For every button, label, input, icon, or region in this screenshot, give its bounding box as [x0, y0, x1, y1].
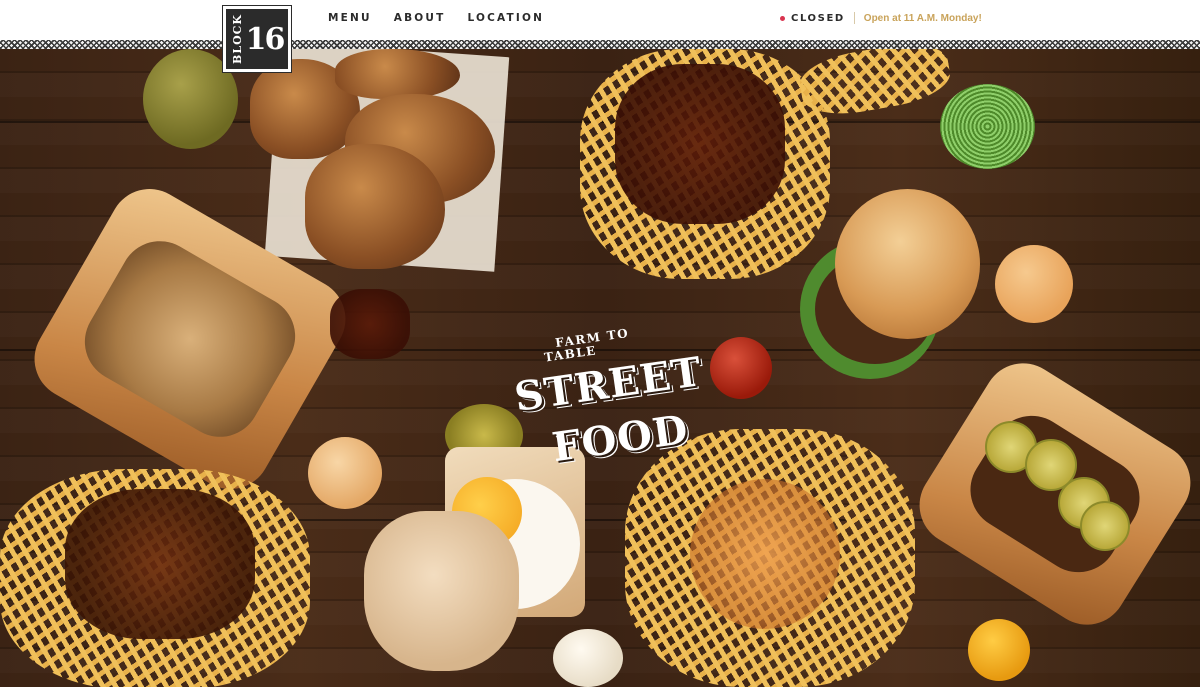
hero-image: FARM TO TABLE STREET FOOD [0, 49, 1200, 687]
scallions-image [940, 84, 1035, 169]
mayo-dip-image [553, 629, 623, 687]
mustard-dip-image [968, 619, 1030, 681]
fries-image [795, 49, 955, 122]
dark-sauce-image [330, 289, 410, 359]
nav-about[interactable]: ABOUT [394, 12, 446, 24]
status-divider [853, 12, 855, 24]
tagline-table: TABLE [543, 343, 598, 365]
main-nav: MENU ABOUT LOCATION [328, 12, 566, 24]
fried-chicken-image [335, 49, 460, 99]
status-label: CLOSED [791, 12, 845, 24]
pickle-image [1080, 501, 1130, 551]
sauce-dip-image [308, 437, 382, 509]
nav-menu[interactable]: MENU [328, 12, 372, 24]
status-dot-icon [780, 15, 785, 21]
opening-hours: Open at 11 A.M. Monday! [863, 12, 982, 24]
header-trim [0, 40, 1200, 49]
cheese-sauce-image [690, 479, 840, 629]
open-status: CLOSED Open at 11 A.M. Monday! [780, 12, 982, 24]
logo[interactable]: BLOCK 16 [222, 5, 292, 73]
ketchup-image [710, 337, 772, 399]
hero-tagline: FARM TO TABLE STREET FOOD [500, 326, 705, 491]
site-header: MENU ABOUT LOCATION CLOSED Open at 11 A.… [0, 0, 1200, 40]
fried-chicken-image [305, 144, 445, 269]
gravy-image [65, 489, 255, 639]
nav-location[interactable]: LOCATION [468, 12, 545, 24]
tagline-food: FOOD [549, 405, 692, 472]
logo-word: BLOCK [230, 14, 244, 64]
logo-number: 16 [245, 21, 286, 57]
burger-bun-image [835, 189, 980, 339]
bbq-sauce-image [615, 64, 785, 224]
aioli-dip-image [995, 245, 1073, 323]
ciabatta-bun-image [364, 511, 519, 671]
